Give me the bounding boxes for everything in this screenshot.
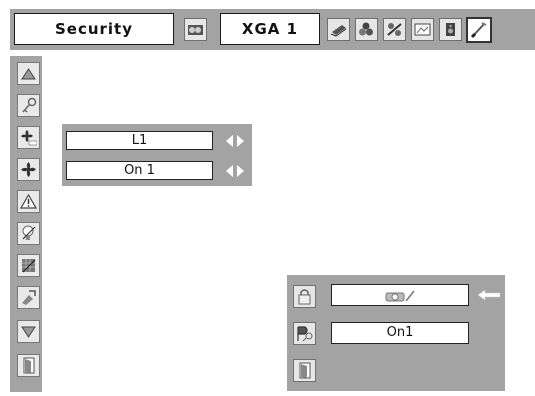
down-arrow-icon[interactable] [17, 320, 40, 343]
security-panel: On1 [287, 275, 505, 391]
top-menu-bar: Security XGA 1 [10, 9, 535, 50]
color-adjust-icon[interactable] [355, 18, 378, 41]
fan-off-icon[interactable] [17, 126, 40, 149]
left-right-arrows-icon[interactable] [225, 164, 245, 178]
image-adjust-icon[interactable] [383, 18, 406, 41]
left-arrow-icon [477, 289, 501, 301]
up-arrow-icon[interactable] [17, 62, 40, 85]
laptop-icon[interactable] [327, 18, 350, 41]
left-right-arrows-icon[interactable] [225, 134, 245, 148]
exit-icon[interactable] [293, 359, 316, 382]
speaker-icon[interactable] [439, 18, 462, 41]
menu-sidebar [10, 56, 42, 392]
lock-submenu: L1 On 1 [62, 124, 252, 186]
padlock-icon[interactable] [293, 285, 316, 308]
setting-icon[interactable] [466, 17, 492, 43]
input-source-label: XGA 1 [220, 13, 320, 45]
pin-code-lock-field[interactable]: On1 [331, 322, 469, 344]
lamp-icon[interactable] [17, 222, 40, 245]
screen-icon[interactable] [411, 18, 434, 41]
lock-mode-field[interactable]: On 1 [66, 161, 213, 180]
warning-icon[interactable] [17, 190, 40, 213]
projector-input-icon[interactable] [184, 18, 207, 41]
exit-icon[interactable] [17, 354, 40, 377]
projector-lock-icon [385, 290, 415, 302]
key-icon[interactable] [17, 94, 40, 117]
lock-value-field[interactable]: L1 [66, 131, 213, 150]
menu-title: Security [14, 13, 174, 45]
fan-icon[interactable] [17, 158, 40, 181]
filter-icon[interactable] [17, 254, 40, 277]
logo-pin-icon[interactable] [17, 286, 40, 309]
pin-code-icon[interactable] [293, 322, 316, 345]
